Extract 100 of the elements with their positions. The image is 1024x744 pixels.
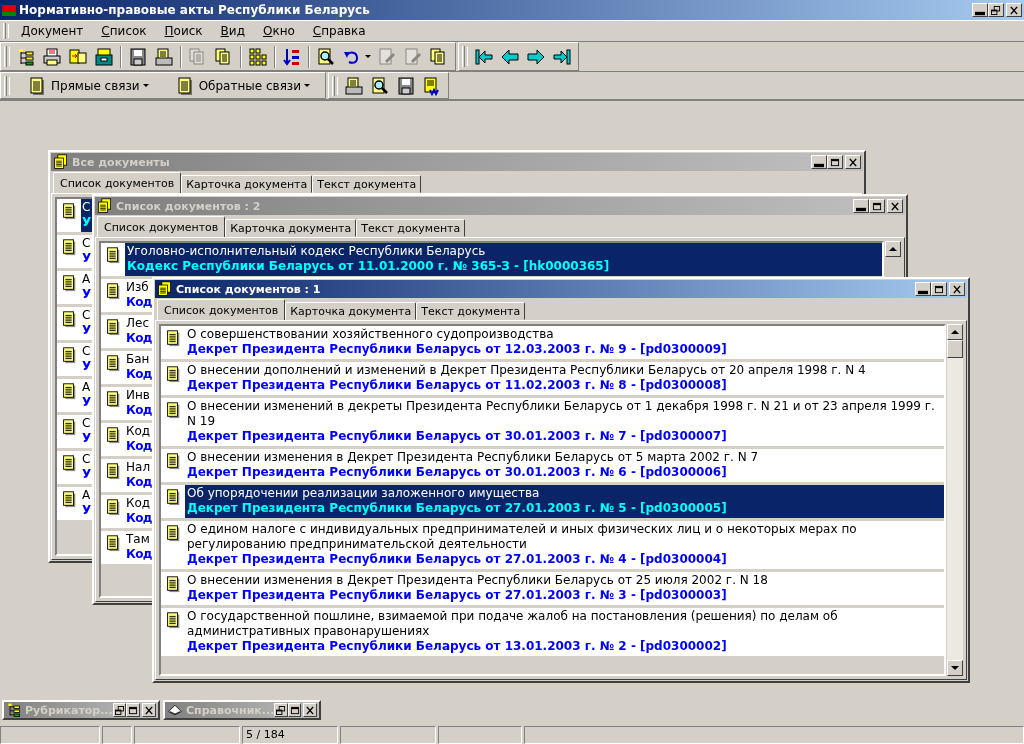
document-link[interactable]: Код <box>126 439 152 454</box>
toolbar-grip[interactable] <box>4 45 7 68</box>
list-row[interactable]: О внесении изменения в Декрет Президента Республики Беларусь от 5 марта 2002 г. N 7 Декрет Президента Республики Беларусь от 30.01.2003 г. № 6 - [pd0300006] <box>161 449 944 482</box>
scrollbar-thumb[interactable] <box>947 340 963 358</box>
toolbar-grip[interactable] <box>462 45 465 68</box>
menu-item[interactable]: Поиск <box>155 24 212 38</box>
document-link[interactable]: Декрет Президента Республики Беларусь от 30.01.2003 г. № 7 - [pd0300007] <box>187 429 942 444</box>
document-link[interactable]: Декрет Президента Республики Беларусь от 30.01.2003 г. № 6 - [pd0300006] <box>187 465 942 480</box>
dropdown-button[interactable]: Обратные связи <box>170 75 315 96</box>
close-button[interactable] <box>1006 3 1022 17</box>
tab[interactable]: Текст документа <box>356 219 466 237</box>
document-link[interactable]: У <box>82 431 94 446</box>
scroll-up-button[interactable] <box>947 324 963 340</box>
list-row[interactable]: О внесении изменения в Декрет Президента Республики Беларусь от 25 июля 2002 г. N 18 Декрет Президента Республики Беларусь от 27.01.2003 г. № 3 - [pd0300003] <box>161 572 944 605</box>
maximize-button[interactable] <box>869 199 885 213</box>
tab[interactable]: Список документов <box>157 299 286 320</box>
tab[interactable]: Список документов <box>53 172 182 193</box>
close-button[interactable] <box>949 282 965 296</box>
list-row[interactable]: О внесении дополнений и изменений в Декрет Президента Республики Беларусь от 20 апреля 1998 г. N 4 Декрет Президента Республики Беларусь от 11.02.2003 г. № 8 - [pd0300008] <box>161 362 944 395</box>
documents-icon <box>68 46 88 67</box>
list-row[interactable]: Нал Код <box>101 459 152 492</box>
document-link[interactable]: Код <box>126 367 152 382</box>
tab[interactable]: Текст документа <box>312 175 422 193</box>
list-row[interactable]: С У <box>57 451 94 484</box>
document-link[interactable]: Декрет Президента Республики Беларусь от 13.01.2003 г. № 2 - [pd0300002] <box>187 639 942 654</box>
list-row[interactable] <box>161 521 944 569</box>
scroll-up-button[interactable] <box>885 241 901 257</box>
minimize-button[interactable] <box>811 155 827 169</box>
close-button[interactable] <box>303 703 317 717</box>
list-row[interactable]: С У <box>57 343 94 376</box>
list-row[interactable]: Код Код <box>101 423 152 456</box>
document-link[interactable]: У <box>82 359 94 374</box>
document-link[interactable]: Код <box>126 475 152 490</box>
menu-item[interactable]: Окно <box>253 24 304 38</box>
list-row[interactable]: О внесении изменений в декреты Президента Республики Беларусь от 1 декабря 1998 г. N 21 и от 23 апреля 1999 г. N 19 Декрет Президента Республики Беларусь от 30.01.2003 г. № 7 - [pd0300007] <box>161 398 944 446</box>
menu-item[interactable]: Справка <box>303 24 375 38</box>
toolbar-grip[interactable] <box>4 75 7 96</box>
menu-item[interactable]: Документ <box>12 24 93 38</box>
document-icon <box>164 452 182 470</box>
document-link[interactable]: Код <box>126 403 152 418</box>
maximize-button[interactable] <box>126 703 141 717</box>
document-link[interactable]: Декрет Президента Республики Беларусь от 27.01.2003 г. № 3 - [pd0300003] <box>187 588 942 603</box>
document-link[interactable]: Декрет Президента Республики Беларусь от 27.01.2003 г. № 4 - [pd0300004] <box>187 552 942 567</box>
document-link[interactable]: У <box>82 323 94 338</box>
tab[interactable]: Карточка документа <box>225 219 357 237</box>
document-link[interactable]: Код <box>126 547 152 562</box>
list-row[interactable]: Об упорядочении реализации заложенного имущества Декрет Президента Республики Беларусь от 27.01.2003 г. № 5 - [pd0300005] <box>161 485 944 518</box>
restore-button[interactable] <box>112 703 127 717</box>
restore-button[interactable] <box>988 3 1004 17</box>
tab[interactable]: Карточка документа <box>181 175 313 193</box>
document-link[interactable]: Декрет Президента Республики Беларусь от 11.02.2003 г. № 8 - [pd0300008] <box>187 378 942 393</box>
document-link[interactable]: Декрет Президента Республики Беларусь от 27.01.2003 г. № 5 - [pd0300005] <box>187 501 942 516</box>
document-link[interactable]: У <box>82 251 94 266</box>
tab[interactable]: Карточка документа <box>285 302 417 320</box>
menu-item[interactable]: Список <box>92 24 156 38</box>
maximize-button[interactable] <box>931 282 947 296</box>
list-row[interactable]: А У <box>57 487 94 520</box>
minimize-button[interactable] <box>915 282 931 296</box>
list-row[interactable]: О совершенствовании хозяйственного судопроизводства Декрет Президента Республики Беларусь от 12.03.2003 г. № 9 - [pd0300009] <box>161 326 944 359</box>
scroll-down-button[interactable] <box>947 660 963 676</box>
list-row[interactable]: С У <box>57 235 94 268</box>
tab[interactable]: Список документов <box>97 216 226 237</box>
list-row[interactable]: Лес Код <box>101 315 152 348</box>
list-row[interactable]: Там Код <box>101 531 152 564</box>
document-link[interactable]: У <box>82 503 94 518</box>
document-link[interactable]: У <box>82 215 94 230</box>
maximize-button[interactable] <box>827 155 843 169</box>
list-row[interactable]: А У <box>57 271 94 304</box>
scrollbar[interactable] <box>947 324 963 676</box>
document-link[interactable]: У <box>82 395 94 410</box>
restore-button[interactable] <box>274 703 288 717</box>
list-row[interactable]: Инв Код <box>101 387 152 420</box>
menu-item[interactable]: Вид <box>211 24 254 38</box>
window-title-bar[interactable]: Список документов : 1 <box>155 280 967 298</box>
minimize-button[interactable] <box>972 3 988 17</box>
list-row[interactable]: А У <box>57 379 94 412</box>
document-link[interactable]: Код <box>126 331 152 346</box>
close-button[interactable] <box>142 703 156 717</box>
dropdown-button[interactable]: Прямые связи <box>23 75 153 96</box>
document-link[interactable]: Код <box>126 295 152 310</box>
document-link[interactable]: У <box>82 467 94 482</box>
minimize-button[interactable] <box>853 199 869 213</box>
tab[interactable]: Текст документа <box>416 302 526 320</box>
list-row[interactable]: С У <box>57 415 94 448</box>
document-link[interactable]: Декрет Президента Республики Беларусь от 12.03.2003 г. № 9 - [pd0300009] <box>187 342 942 357</box>
maximize-icon <box>830 157 840 167</box>
toolbar-grip[interactable] <box>3 23 6 39</box>
list-row[interactable]: Код Код <box>101 495 152 528</box>
list-row[interactable]: Бан Код <box>101 351 152 384</box>
list-row[interactable]: О государственной пошлине, взимаемой при подаче жалоб на постановления (решения) по делам об административных правонарушениях Декрет Президента Республики Беларусь от 13.01.2003 г. № 2 - [pd0300002] <box>161 608 944 656</box>
list-row[interactable]: Уголовно-исполнительный кодекс Республики Беларусь Кодекс Республики Беларусь от 11.01.2000 г. № 365-З - [hk0000365] <box>101 243 882 276</box>
list-row[interactable]: Изб Код <box>101 279 152 312</box>
list-row[interactable]: С У <box>57 199 94 232</box>
document-link[interactable]: Код <box>126 511 152 526</box>
close-button[interactable] <box>887 199 903 213</box>
toolbar-grip[interactable] <box>332 75 336 96</box>
document-link[interactable]: Кодекс Республики Беларусь от 11.01.2000 г. № 365-З - [hk0000365] <box>127 259 880 274</box>
document-link[interactable]: У <box>82 287 94 302</box>
close-button[interactable] <box>845 155 861 169</box>
list-row[interactable]: С У <box>57 307 94 340</box>
